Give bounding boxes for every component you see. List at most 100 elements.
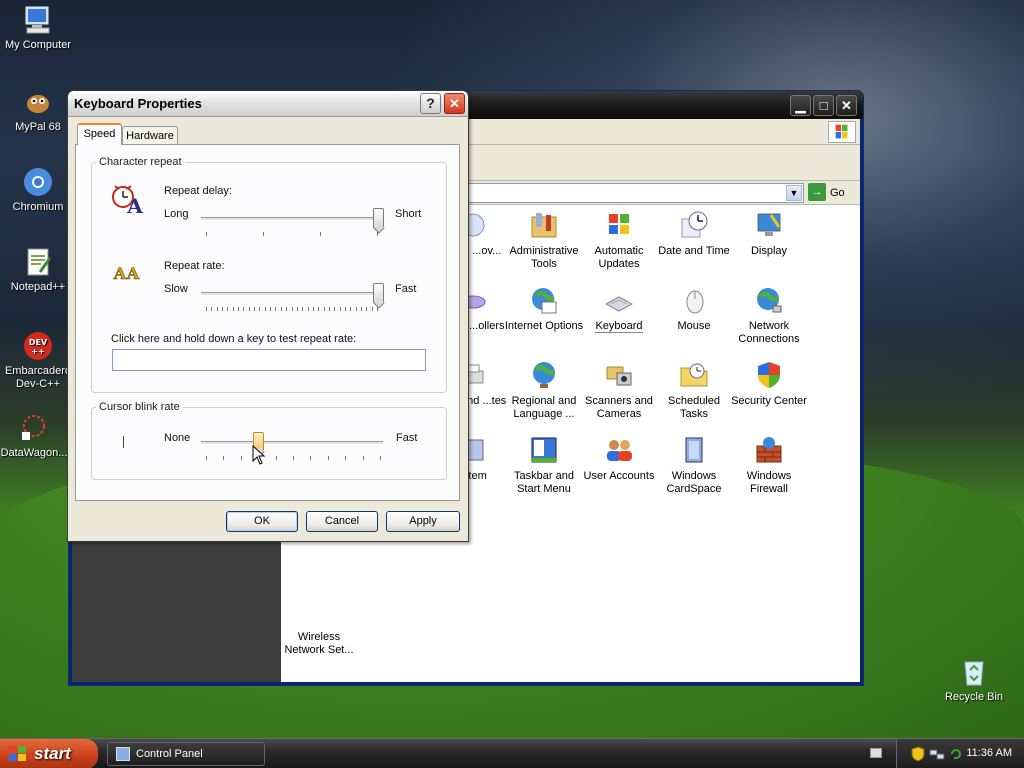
display-icon [757, 213, 781, 236]
slider-tick [350, 307, 351, 311]
cursor-blink-track [201, 441, 383, 445]
slider-tick [310, 456, 311, 460]
slider-tick [238, 307, 239, 311]
cp-item-automatic-updates[interactable]: Automatic Updates [579, 209, 659, 271]
help-button[interactable]: ? [420, 93, 441, 114]
cp-item-scheduled-tasks[interactable]: Scheduled Tasks [654, 359, 734, 421]
apply-button[interactable]: Apply [386, 511, 460, 532]
slider-tick [318, 307, 319, 311]
test-repeat-input[interactable] [112, 349, 426, 371]
clock-icon [681, 211, 708, 238]
mouse-icon [686, 290, 704, 314]
slider-tick [361, 307, 362, 311]
slider-tick [340, 307, 341, 311]
mypal-icon [27, 95, 49, 113]
cursor-blink-ticks [206, 456, 381, 461]
slider-tick [345, 307, 346, 311]
repeat-delay-slider[interactable] [373, 208, 384, 228]
slider-tick [206, 307, 207, 311]
folder-clock-icon [680, 363, 708, 387]
slider-tick [329, 307, 330, 311]
cardspace-icon [685, 437, 703, 463]
slider-tick [222, 307, 223, 311]
devcpp-icon: DEV++ [24, 332, 52, 360]
users-icon [607, 440, 632, 461]
cursor-blink-label: Cursor blink rate [96, 401, 183, 413]
repeat-rate-ticks [206, 307, 378, 312]
network-tray-icon[interactable] [929, 747, 945, 761]
cp-item-date-time[interactable]: Date and Time [654, 209, 734, 258]
globe-icon [533, 362, 555, 388]
slider-tick [275, 307, 276, 311]
go-button[interactable]: → Go [808, 183, 858, 203]
cursor-preview [123, 436, 124, 448]
keyboard-tray-icon[interactable] [870, 748, 882, 758]
refresh-tray-icon[interactable] [949, 747, 963, 761]
security-shield-tray-icon[interactable] [911, 746, 925, 762]
cp-item-user-accounts[interactable]: User Accounts [579, 434, 659, 483]
cp-item-taskbar-start-menu[interactable]: Taskbar and Start Menu [504, 434, 584, 496]
slider-tick [206, 232, 207, 236]
slider-tick [206, 456, 207, 460]
desktop-icon-my-computer[interactable]: My Computer [0, 4, 78, 52]
slider-tick [265, 307, 266, 311]
repeat-rate-slider[interactable] [373, 283, 384, 303]
cp-item-windows-firewall[interactable]: Windows Firewall [729, 434, 809, 496]
slider-tick [211, 307, 212, 311]
cp-item-windows-cardspace[interactable]: Windows CardSpace [654, 434, 734, 496]
taskbar-button-control-panel[interactable]: Control Panel [107, 742, 265, 766]
system-tray: 11:36 AM [896, 739, 1024, 768]
slider-tick [259, 307, 260, 311]
chevron-down-icon[interactable]: ▼ [786, 185, 802, 201]
cp-item-network-connections[interactable]: Network Connections [729, 284, 809, 346]
slider-tick [281, 307, 282, 311]
slider-tick [366, 307, 367, 311]
desktop-icon-datawagon[interactable]: DataWagon... [0, 412, 74, 460]
character-repeat-label: Character repeat [96, 156, 185, 168]
cp-item-wireless-network[interactable]: Wireless Network Set... [279, 631, 359, 657]
slider-tick [263, 232, 264, 236]
ok-button[interactable]: OK [226, 511, 298, 532]
keyboard-icon [604, 296, 634, 312]
dialog-close-button[interactable]: ✕ [444, 93, 465, 114]
desktop-icon-label: Embarcadero Dev-C++ [4, 365, 72, 390]
close-button[interactable]: ✕ [836, 95, 857, 116]
cancel-button[interactable]: Cancel [306, 511, 378, 532]
cp-item-internet-options[interactable]: Internet Options [504, 284, 584, 333]
network-icon [757, 288, 782, 313]
maximize-button[interactable]: □ [813, 95, 834, 116]
desktop-icon-label: Recycle Bin [944, 691, 1004, 703]
repeat-delay-min-label: Long [164, 208, 189, 220]
cp-item-regional-language[interactable]: Regional and Language ... [504, 359, 584, 421]
slider-tick [356, 307, 357, 311]
slider-tick [223, 456, 224, 460]
cp-item-keyboard[interactable]: Keyboard [579, 284, 659, 333]
slider-tick [254, 307, 255, 311]
svg-text:A: A [113, 264, 127, 283]
minimize-button[interactable]: ▁ [790, 95, 811, 116]
dialog-titlebar[interactable]: Keyboard Properties ? ✕ [68, 91, 468, 117]
datawagon-icon [22, 415, 45, 440]
globe-icon [532, 288, 557, 314]
svg-text:++: ++ [31, 347, 44, 356]
cp-item-display[interactable]: Display [729, 209, 809, 258]
cp-item-mouse[interactable]: Mouse [654, 284, 734, 333]
cp-item-security-center[interactable]: Security Center [729, 359, 809, 408]
desktop-icon-recycle-bin[interactable]: Recycle Bin [934, 656, 1014, 704]
mouse-pointer-icon [252, 445, 266, 465]
svg-text:A: A [126, 264, 140, 283]
repeat-delay-track [201, 217, 383, 221]
notepad-icon [27, 248, 52, 276]
clock[interactable]: 11:36 AM [966, 747, 1012, 759]
recycle-bin-icon [964, 661, 984, 686]
cp-item-scanners-cameras[interactable]: Scanners and Cameras [579, 359, 659, 421]
tab-hardware[interactable]: Hardware [122, 126, 178, 146]
tab-speed[interactable]: Speed [77, 123, 122, 145]
windows-flag-icon [828, 121, 856, 143]
slider-tick [297, 307, 298, 311]
cp-item-administrative-tools[interactable]: Administrative Tools [504, 209, 584, 271]
svg-text:DEV: DEV [29, 338, 48, 347]
start-button[interactable]: start [0, 739, 98, 768]
desktop-icon-label: MyPal 68 [15, 121, 61, 133]
slider-tick [345, 456, 346, 460]
